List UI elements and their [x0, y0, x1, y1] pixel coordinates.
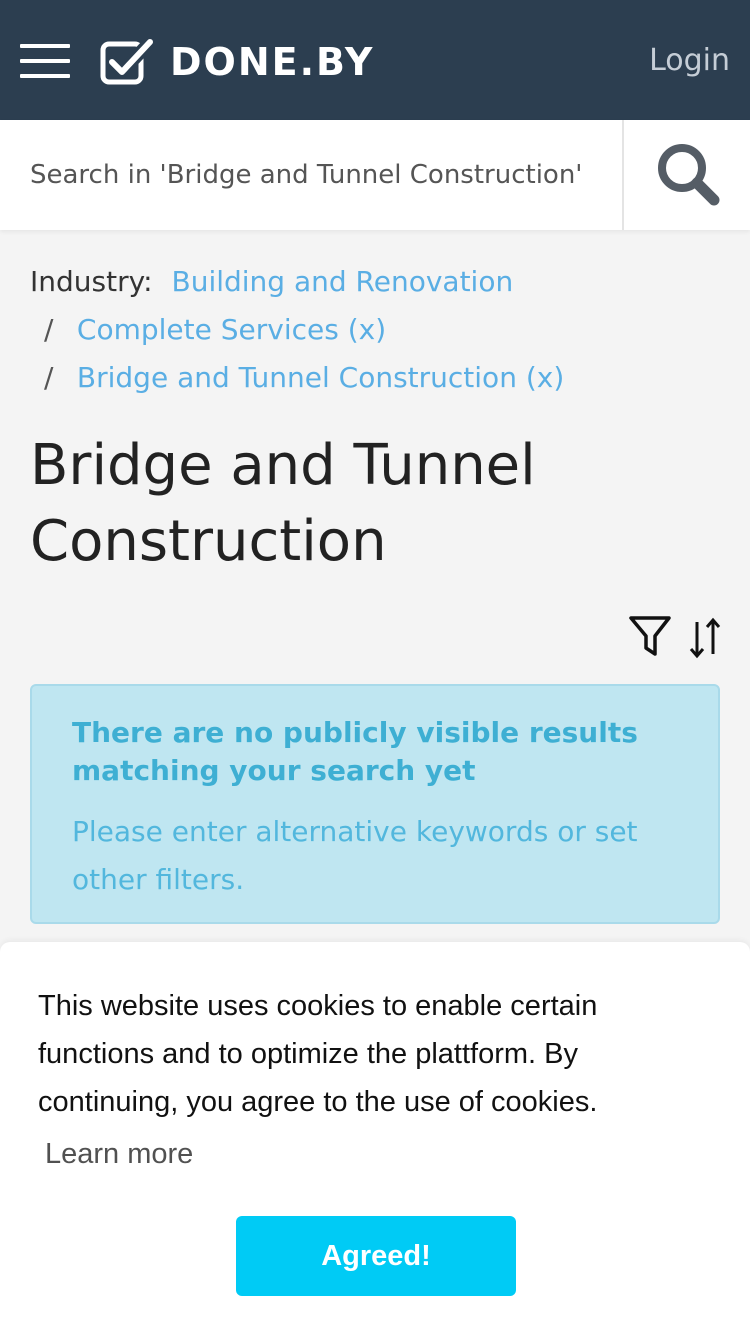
- breadcrumb-row: Industry: Building and Renovation: [30, 258, 730, 306]
- breadcrumb-row: / Bridge and Tunnel Construction (x): [30, 354, 730, 402]
- page-title-line: Construction: [30, 509, 387, 574]
- search-icon: [658, 144, 720, 206]
- no-results-alert: There are no publicly visible results ma…: [30, 684, 720, 924]
- page-title-line: Bridge and Tunnel: [30, 433, 536, 498]
- learn-more-link[interactable]: Learn more: [45, 1130, 193, 1178]
- breadcrumb-separator: /: [44, 313, 54, 346]
- breadcrumb-link-building-renovation[interactable]: Building and Renovation: [171, 265, 513, 298]
- sort-icon[interactable]: [688, 616, 722, 660]
- result-tools: [622, 614, 722, 660]
- search-button[interactable]: [624, 120, 750, 230]
- agree-button[interactable]: Agreed!: [236, 1216, 516, 1296]
- breadcrumb-row: / Complete Services (x): [30, 306, 730, 354]
- hamburger-menu-icon[interactable]: [20, 44, 70, 78]
- breadcrumb: Industry: Building and Renovation / Comp…: [30, 258, 730, 402]
- breadcrumb-separator: /: [44, 361, 54, 394]
- login-link[interactable]: Login: [649, 40, 730, 82]
- search-bar: [0, 120, 750, 230]
- breadcrumb-label: Industry:: [30, 265, 153, 298]
- search-input[interactable]: [0, 120, 622, 230]
- top-navbar: DONE.BY Login: [0, 0, 750, 120]
- breadcrumb-link-bridge-tunnel[interactable]: Bridge and Tunnel Construction (x): [77, 361, 564, 394]
- cookie-banner: This website uses cookies to enable cert…: [0, 942, 750, 1334]
- cookie-message: This website uses cookies to enable cert…: [38, 990, 598, 1118]
- checkbox-check-icon[interactable]: [100, 38, 156, 86]
- alert-title: There are no publicly visible results ma…: [72, 716, 638, 787]
- breadcrumb-link-complete-services[interactable]: Complete Services (x): [77, 313, 386, 346]
- alert-text: Please enter alternative keywords or set…: [72, 815, 638, 896]
- brand-name[interactable]: DONE.BY: [170, 39, 374, 85]
- filter-icon[interactable]: [628, 614, 672, 660]
- page-title: Bridge and Tunnel Construction: [30, 428, 720, 580]
